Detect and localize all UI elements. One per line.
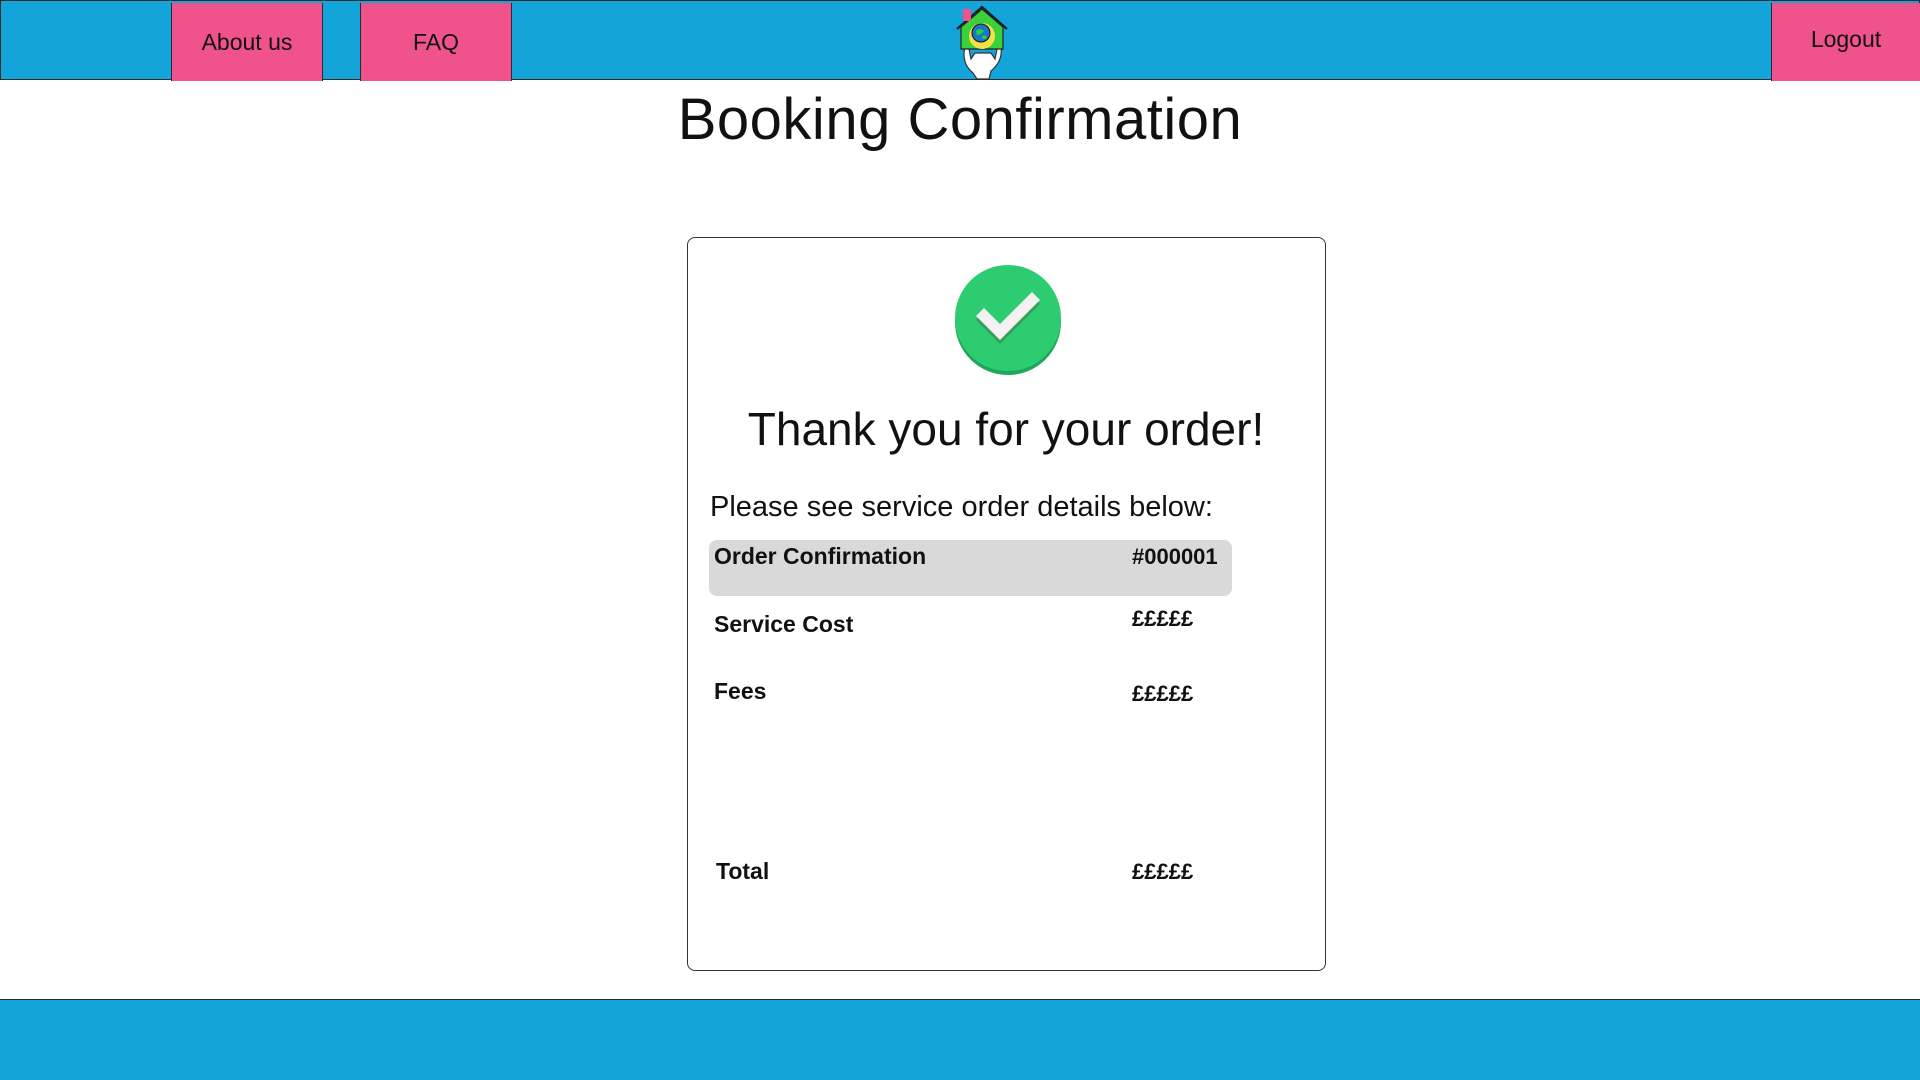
about-us-button[interactable]: About us [171, 3, 323, 81]
service-cost-label: Service Cost [714, 611, 854, 637]
service-cost-value: £££££ [1132, 606, 1194, 631]
logout-button[interactable]: Logout [1771, 3, 1920, 81]
total-label: Total [716, 858, 770, 884]
thank-you-message: Thank you for your order! [747, 403, 1265, 455]
footer-bar [0, 999, 1920, 1080]
total-value: £££££ [1132, 859, 1194, 884]
confirmation-card: Thank you for your order! Please see ser… [687, 237, 1326, 971]
order-confirmation-label: Order Confirmation [714, 543, 927, 569]
faq-button[interactable]: FAQ [360, 3, 512, 81]
check-circle-icon [955, 265, 1061, 375]
fees-label: Fees [714, 678, 767, 704]
page-root: About us FAQ Logout Booking Confirmation… [0, 0, 1920, 1080]
about-us-label: About us [201, 28, 293, 55]
order-confirmation-value: #000001 [1132, 544, 1218, 569]
details-subtitle: Please see service order details below: [710, 491, 1213, 523]
logout-label: Logout [1810, 25, 1882, 52]
page-title: Booking Confirmation [677, 87, 1243, 152]
fees-value: £££££ [1132, 681, 1194, 706]
house-globe-hand-logo[interactable] [951, 3, 1013, 80]
logo-icon [956, 5, 1008, 80]
faq-label: FAQ [412, 28, 459, 55]
top-nav-bar: About us FAQ Logout [0, 0, 1920, 81]
